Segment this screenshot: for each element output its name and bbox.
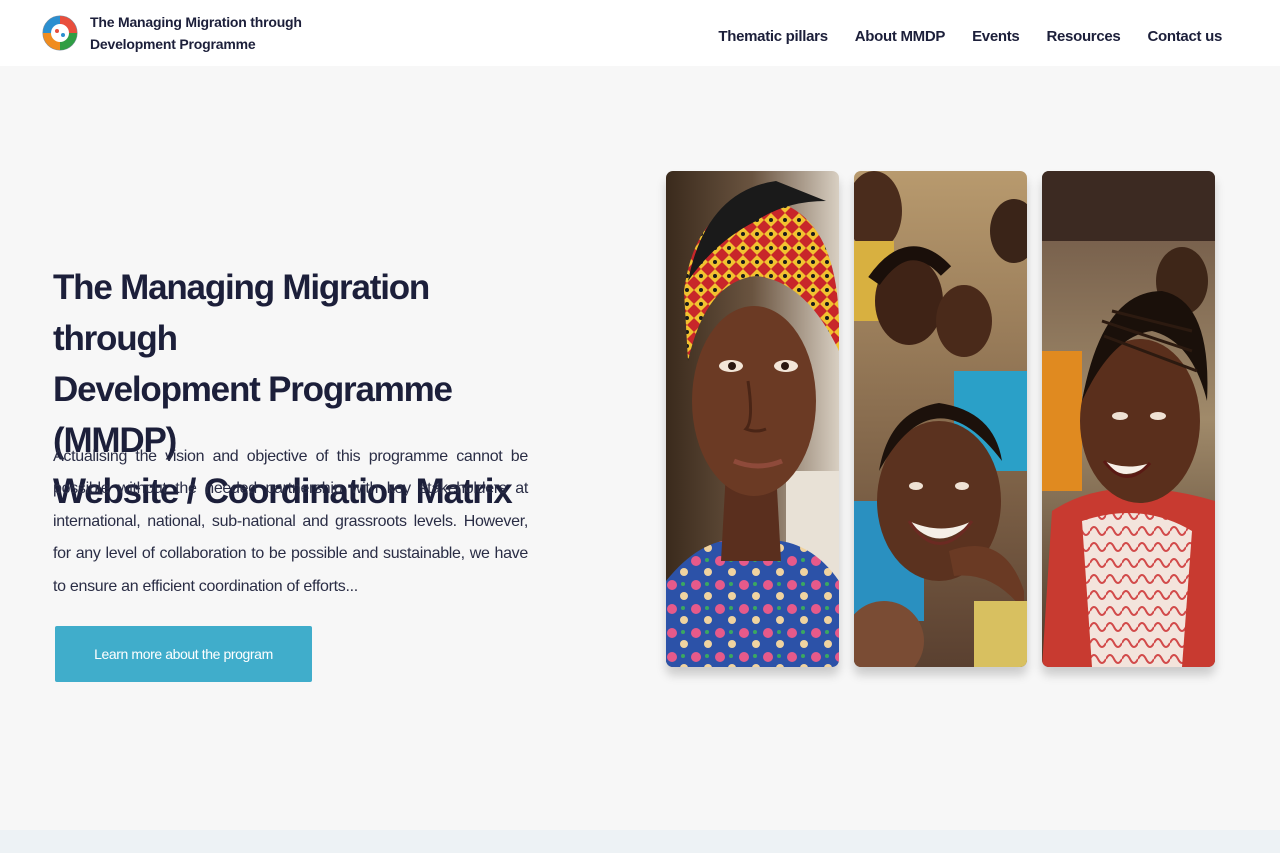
nav-events[interactable]: Events bbox=[972, 26, 1020, 48]
nav-about-mmdp[interactable]: About MMDP bbox=[855, 26, 946, 48]
section-divider bbox=[0, 830, 1280, 853]
photo-smiling-children bbox=[854, 171, 1027, 667]
main-nav: Thematic pillars About MMDP Events Resou… bbox=[718, 26, 1222, 48]
nav-resources[interactable]: Resources bbox=[1046, 26, 1120, 48]
hero-description: Actualising the vision and objective of … bbox=[53, 448, 528, 595]
nav-thematic-pillars[interactable]: Thematic pillars bbox=[718, 26, 828, 48]
photo-woman-headscarf bbox=[666, 171, 839, 667]
photo-laughing-girl bbox=[1042, 171, 1215, 667]
brand-name: The Managing Migration through Developme… bbox=[90, 11, 302, 55]
brand[interactable]: The Managing Migration through Developme… bbox=[41, 10, 302, 56]
brand-line-1: The Managing Migration through bbox=[90, 14, 302, 30]
brand-line-2: Development Programme bbox=[90, 36, 256, 52]
mmdp-logo-icon bbox=[42, 15, 78, 51]
hero-title-line-1: The Managing Migration through bbox=[53, 268, 430, 358]
learn-more-button[interactable]: Learn more about the program bbox=[55, 626, 312, 682]
nav-contact-us[interactable]: Contact us bbox=[1147, 26, 1222, 48]
site-header: The Managing Migration through Developme… bbox=[0, 0, 1280, 66]
